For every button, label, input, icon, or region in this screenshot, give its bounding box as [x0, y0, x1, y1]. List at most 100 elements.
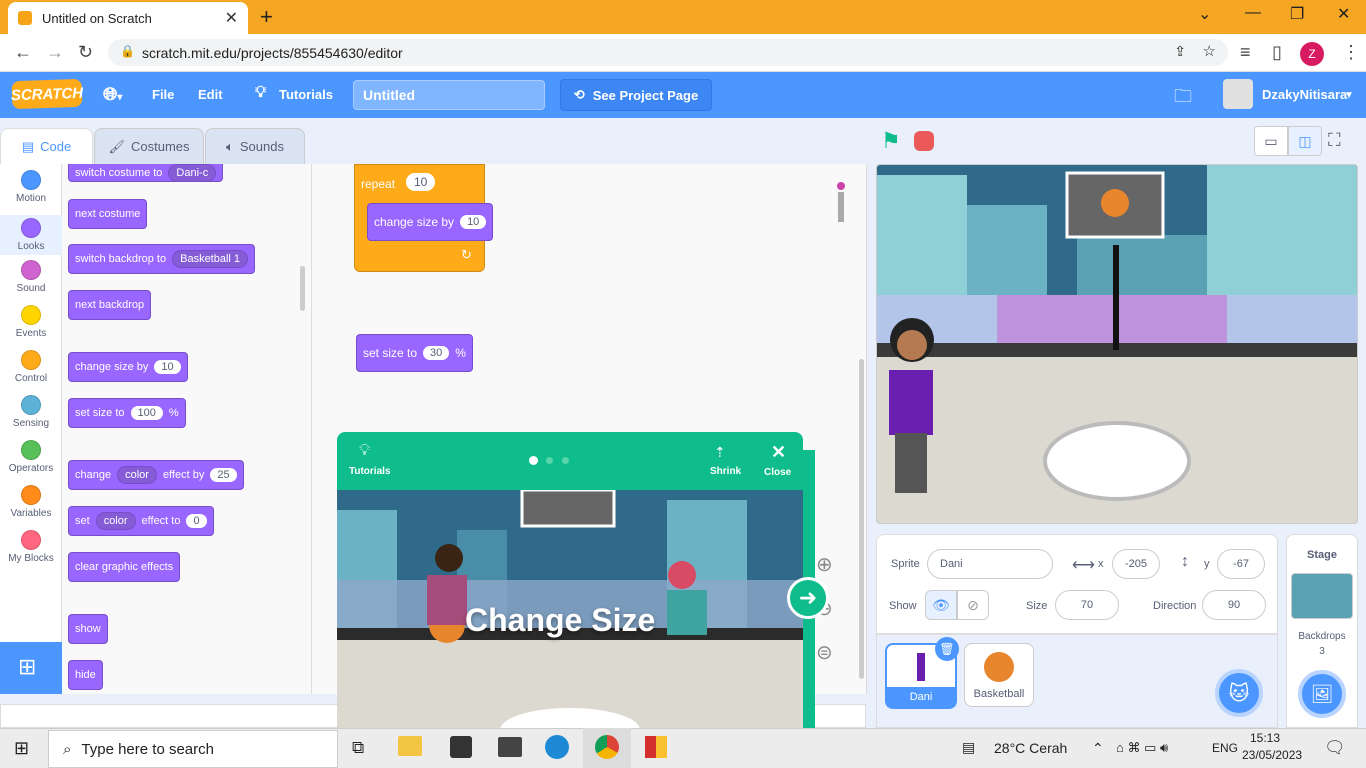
taskbar-search[interactable]: ⌕ Type here to search — [48, 730, 338, 768]
workspace-scrollbar[interactable] — [859, 359, 864, 679]
sprite-tile-basketball[interactable]: Basketball — [964, 643, 1034, 707]
block-next-backdrop[interactable]: next backdrop — [68, 290, 152, 320]
language-indicator[interactable]: ENG — [1212, 741, 1238, 755]
reload-icon[interactable]: ↻ — [78, 42, 93, 63]
forward-icon[interactable]: → — [46, 42, 64, 63]
normal-stage-icon[interactable]: ◫ — [1288, 126, 1322, 156]
see-project-page-button[interactable]: ⟲ See Project Page — [560, 79, 712, 111]
effect-dropdown[interactable]: color — [117, 466, 157, 484]
project-title-input[interactable]: Untitled — [353, 80, 545, 110]
workspace-change-size-block[interactable]: change size by 10 — [367, 203, 494, 241]
sprite-name-input[interactable]: Dani — [927, 549, 1053, 579]
close-tab-icon[interactable]: ✕ — [225, 8, 238, 28]
notifications-icon[interactable]: 🗨︎ — [1324, 738, 1346, 758]
tutorial-tutorials-button[interactable]: Tutorials — [349, 466, 390, 477]
block-switch-backdrop[interactable]: switch backdrop to Basketball 1 — [68, 244, 256, 274]
block-change-size[interactable]: change size by 10 — [68, 352, 188, 382]
effect-dropdown[interactable]: color — [95, 512, 136, 530]
small-stage-icon[interactable]: ▭ — [1254, 126, 1288, 156]
x-input[interactable]: -205 — [1112, 549, 1160, 579]
step-dot[interactable] — [546, 457, 553, 464]
share-icon[interactable]: ⇪ — [1174, 43, 1186, 60]
category-sound[interactable]: Sound — [0, 260, 62, 294]
app-icon[interactable] — [645, 736, 667, 758]
add-backdrop-icon[interactable]: 🖼︎ — [1298, 670, 1346, 718]
block-show[interactable]: show — [68, 614, 108, 644]
add-extension-button[interactable]: ⊞ — [0, 642, 62, 694]
zoom-in-icon[interactable]: ⊕ — [816, 552, 833, 577]
minimize-icon[interactable]: — — [1245, 4, 1261, 22]
globe-icon[interactable]: 🌐︎▾ — [103, 84, 122, 105]
new-tab-icon[interactable]: + — [260, 4, 273, 30]
next-step-arrow-icon[interactable]: ➜ — [787, 577, 829, 619]
category-operators[interactable]: Operators — [0, 440, 62, 474]
palette-scrollbar[interactable] — [300, 266, 305, 311]
back-icon[interactable]: ← — [14, 42, 32, 63]
block-clear-effects[interactable]: clear graphic effects — [68, 552, 181, 582]
side-panel-icon[interactable]: ▯ — [1272, 42, 1282, 63]
block-set-size[interactable]: set size to 100% — [68, 398, 186, 428]
hide-eye-icon[interactable]: ⊘ — [957, 590, 989, 620]
browser-menu-icon[interactable]: ⋮ — [1342, 42, 1360, 63]
y-input[interactable]: -67 — [1217, 549, 1265, 579]
close-button[interactable]: Close — [764, 467, 791, 478]
show-visible-eye-icon[interactable]: 👁︎ — [925, 590, 957, 620]
edit-menu[interactable]: Edit — [198, 87, 223, 102]
mail-icon[interactable] — [498, 737, 522, 757]
windows-start-icon[interactable]: ⊞ — [14, 738, 29, 759]
shrink-button[interactable]: Shrink — [710, 466, 741, 477]
reading-list-icon[interactable]: ≡ — [1240, 42, 1251, 63]
add-sprite-cat-icon[interactable]: 🐱︎ — [1215, 669, 1263, 717]
zoom-reset-icon[interactable]: ⊜ — [816, 640, 833, 665]
change-size-input[interactable]: 10 — [460, 215, 487, 229]
effect-by-input[interactable]: 25 — [210, 468, 237, 482]
username[interactable]: DzakyNitisara — [1262, 87, 1347, 102]
block-switch-costume[interactable]: switch costume to Dani-c — [68, 164, 224, 182]
close-window-icon[interactable]: ✕ — [1337, 4, 1350, 24]
delete-sprite-icon[interactable]: 🗑︎ — [935, 637, 959, 661]
category-my-blocks[interactable]: My Blocks — [0, 530, 62, 564]
block-set-effect[interactable]: set color effect to 0 — [68, 506, 214, 536]
category-control[interactable]: Control — [0, 350, 62, 384]
weather-icon[interactable]: ▤ — [962, 739, 975, 756]
fullscreen-icon[interactable]: ⛶ — [1328, 130, 1341, 151]
tutorials-menu[interactable]: Tutorials — [279, 87, 333, 102]
change-size-input[interactable]: 10 — [154, 360, 181, 374]
step-dot[interactable] — [562, 457, 569, 464]
stop-icon[interactable] — [914, 131, 934, 151]
effect-to-input[interactable]: 0 — [186, 514, 207, 528]
tab-code[interactable]: ▤ Code — [0, 128, 93, 164]
green-flag-icon[interactable]: ⚑ — [881, 128, 901, 154]
task-view-icon[interactable]: ⧉ — [352, 738, 364, 758]
block-change-effect[interactable]: change color effect by 25 — [68, 460, 244, 490]
category-looks[interactable]: Looks — [0, 215, 62, 255]
edge-icon[interactable] — [545, 735, 569, 759]
set-size-input[interactable]: 100 — [130, 406, 163, 420]
tab-costumes[interactable]: 🖌︎ Costumes — [94, 128, 204, 164]
category-variables[interactable]: Variables — [0, 485, 62, 519]
bookmark-star-icon[interactable]: ☆ — [1203, 42, 1216, 60]
account-chevron-icon[interactable]: ▼ — [1344, 90, 1354, 101]
clock-time[interactable]: 15:13 — [1250, 731, 1280, 745]
step-dot-active[interactable] — [529, 456, 538, 465]
block-next-costume[interactable]: next costume — [68, 199, 148, 229]
tray-icons[interactable]: ⌂ ⌘ ▭ 🔊︎ — [1116, 740, 1168, 756]
browser-tab[interactable]: Untitled on Scratch ✕ — [8, 2, 248, 34]
tab-search-icon[interactable]: ⌄ — [1198, 4, 1211, 24]
repeat-count-input[interactable]: 10 — [406, 173, 436, 191]
file-explorer-icon[interactable] — [398, 736, 422, 756]
user-avatar[interactable] — [1223, 79, 1253, 109]
tab-sounds[interactable]: 🔈︎ Sounds — [205, 128, 305, 164]
set-size-input[interactable]: 30 — [423, 346, 450, 360]
stage[interactable] — [876, 164, 1358, 524]
store-icon[interactable] — [450, 736, 472, 758]
my-stuff-folder-icon[interactable]: 🗀︎ — [1174, 84, 1192, 114]
file-menu[interactable]: File — [152, 87, 174, 102]
category-motion[interactable]: Motion — [0, 170, 62, 204]
profile-avatar[interactable]: Z — [1300, 42, 1324, 66]
size-input[interactable]: 70 — [1055, 590, 1119, 620]
direction-input[interactable]: 90 — [1202, 590, 1266, 620]
tray-chevron-icon[interactable]: ⌃ — [1092, 740, 1104, 757]
costume-dropdown[interactable]: Dani-c — [168, 164, 217, 182]
url-field[interactable]: 🔒 scratch.mit.edu/projects/855454630/edi… — [108, 39, 1228, 66]
